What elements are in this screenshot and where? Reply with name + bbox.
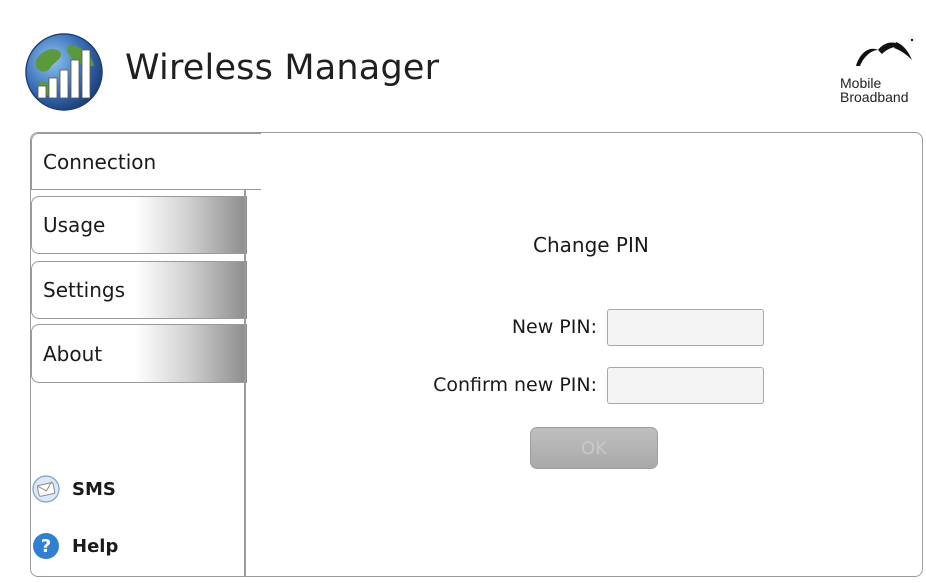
help-label: Help: [72, 535, 119, 557]
new-pin-label: New PIN:: [511, 316, 597, 338]
tab-connection[interactable]: Connection: [31, 133, 261, 190]
confirm-pin-label: Confirm new PIN:: [433, 374, 597, 396]
mobile-broadband-logo: Mobile Broadband: [838, 36, 924, 112]
sms-link[interactable]: SMS: [32, 475, 116, 503]
tab-label: Usage: [43, 213, 106, 237]
birds-logo-icon: [856, 38, 914, 66]
sidebar-divider: [244, 190, 246, 577]
app-title: Wireless Manager: [125, 48, 440, 88]
wireless-manager-window: Wireless Manager Mobile Broadband Connec…: [0, 0, 926, 583]
brand-line-1: Mobile: [840, 75, 882, 91]
sms-envelope-icon: [32, 475, 60, 503]
tab-label: About: [43, 341, 103, 366]
tab-label: Connection: [43, 149, 157, 174]
ok-button[interactable]: OK: [530, 427, 658, 469]
sms-label: SMS: [72, 478, 116, 500]
help-link[interactable]: ? Help: [32, 532, 118, 560]
brand-text: Mobile Broadband: [840, 76, 909, 104]
tab-label: Settings: [43, 278, 126, 302]
confirm-pin-field[interactable]: [607, 367, 764, 404]
tab-usage[interactable]: Usage: [31, 196, 247, 254]
help-question-icon: ?: [33, 533, 59, 559]
new-pin-field[interactable]: [607, 309, 764, 346]
brand-line-2: Broadband: [840, 89, 909, 105]
globe-signal-bars-icon: [25, 33, 103, 111]
svg-text:?: ?: [41, 536, 51, 557]
tab-settings[interactable]: Settings: [31, 261, 247, 319]
tab-about[interactable]: About: [31, 324, 247, 383]
change-pin-title: Change PIN: [533, 233, 649, 257]
